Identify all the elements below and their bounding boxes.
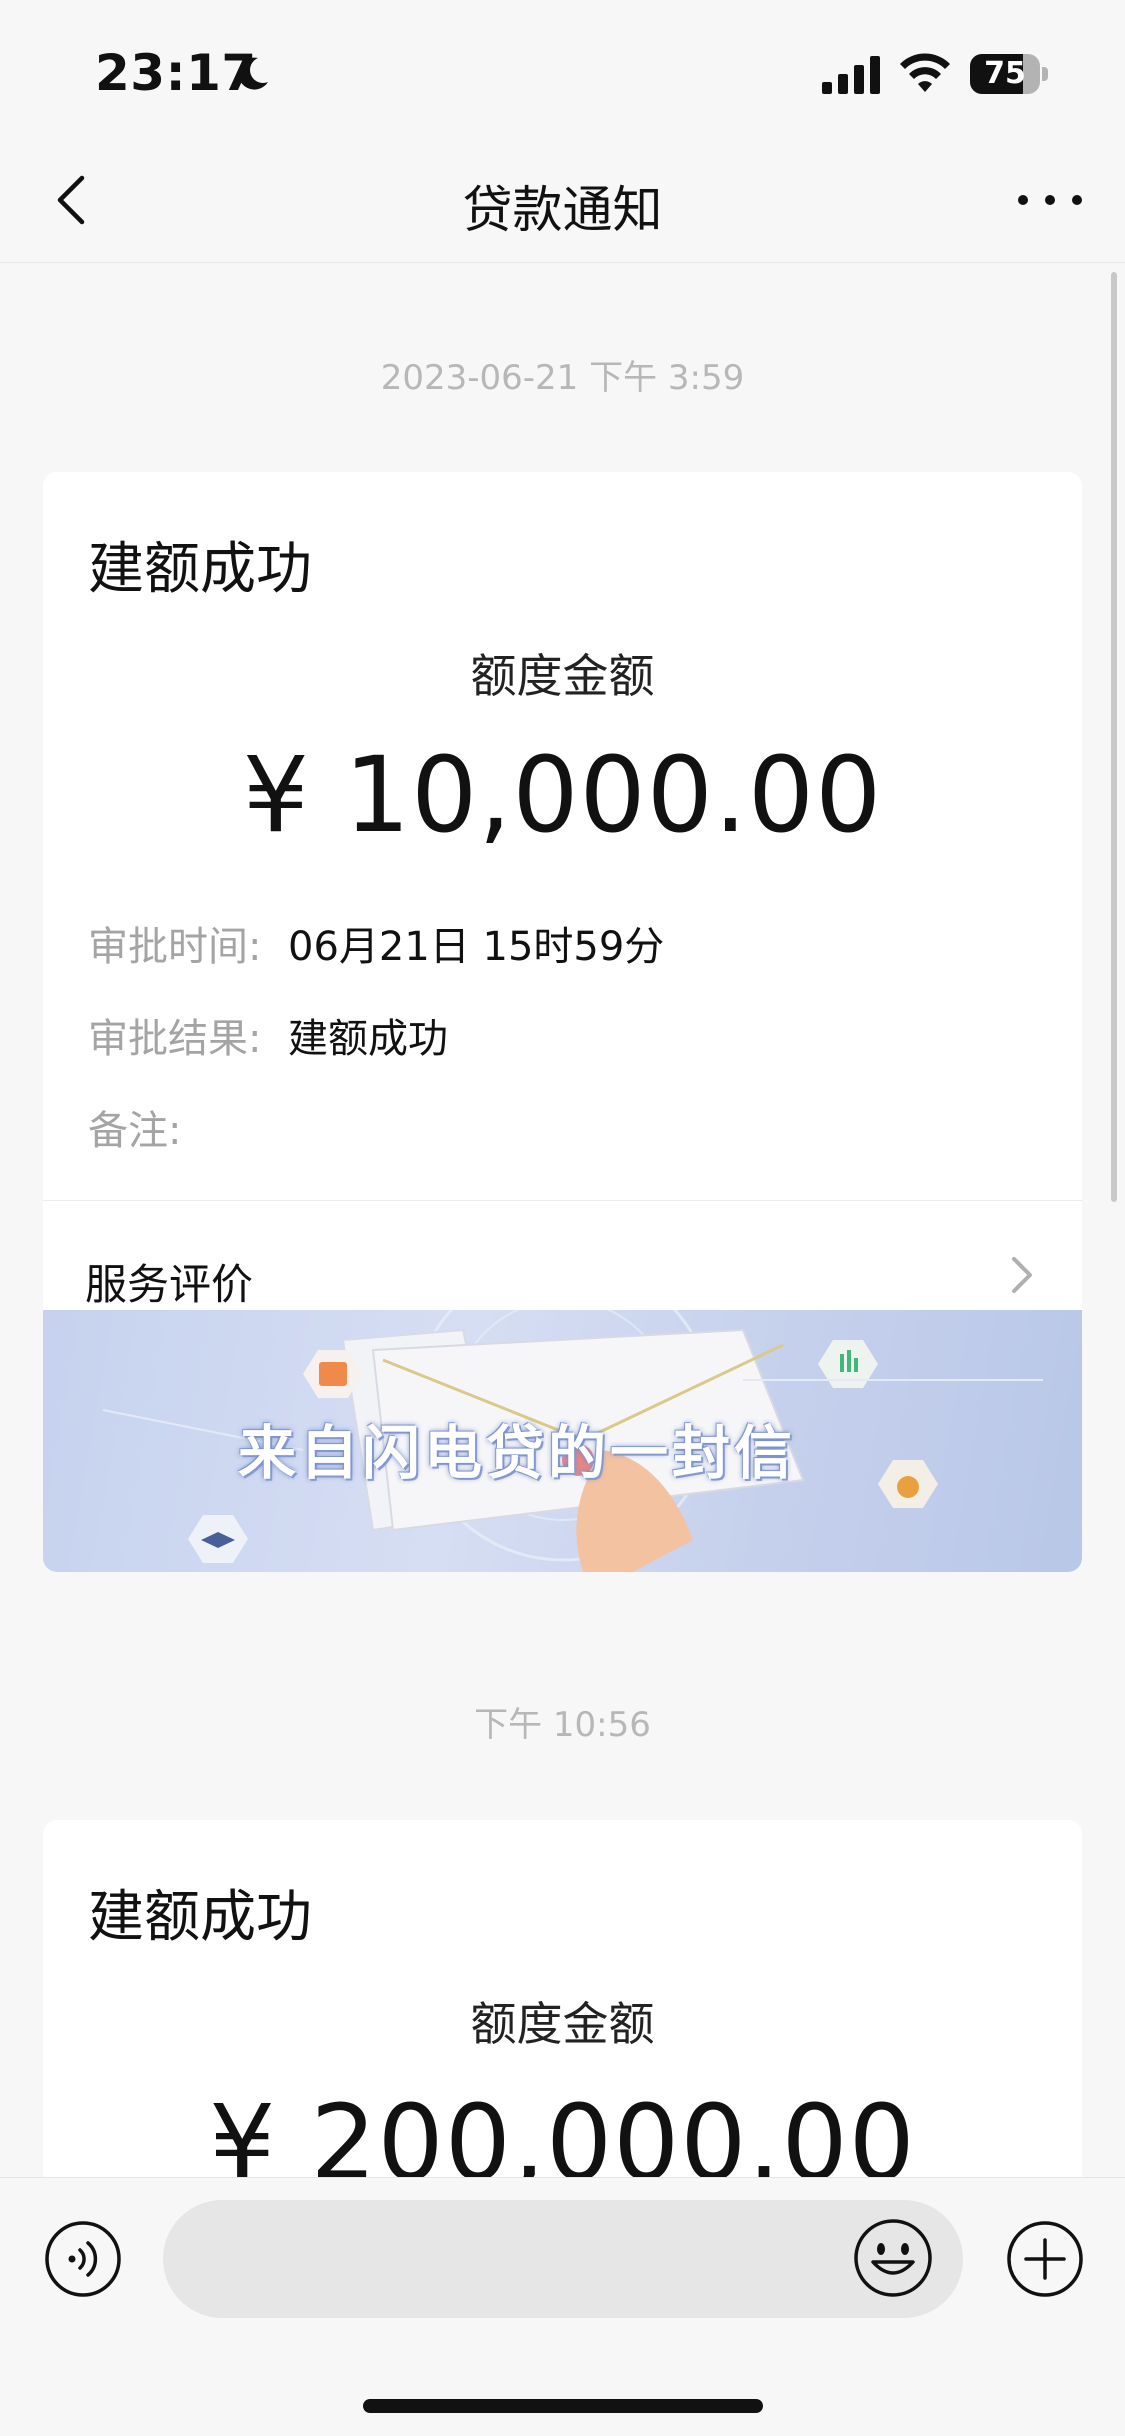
- emoji-icon[interactable]: [853, 2218, 933, 2298]
- message-input[interactable]: [163, 2200, 963, 2318]
- battery-icon: 75: [970, 54, 1048, 94]
- detail-row-approval-time: 审批时间: 06月21日 15时59分: [88, 914, 664, 972]
- more-button[interactable]: [1015, 170, 1085, 230]
- service-rating-label: 服务评价: [85, 1260, 254, 1309]
- amount-value: ¥ 200,000.00: [209, 2082, 916, 2177]
- detail-key: 审批结果:: [88, 1016, 262, 1062]
- battery-level: 75: [984, 56, 1026, 91]
- wifi-icon: [900, 53, 950, 92]
- input-bar: [0, 2177, 1125, 2436]
- signal-icon: [822, 56, 880, 94]
- add-icon[interactable]: [1006, 2220, 1084, 2298]
- nav-bar: 贷款通知: [0, 140, 1125, 263]
- chevron-right-icon: [1012, 1257, 1032, 1293]
- notification-card: 建额成功 额度金额 ¥ 200,000.00: [43, 1820, 1082, 2177]
- home-indicator[interactable]: [363, 2399, 763, 2413]
- detail-row-remark: 备注:: [88, 1098, 288, 1156]
- amount-value: ¥ 10,000.00: [242, 734, 883, 856]
- amount-label: 额度金额: [470, 649, 655, 703]
- scrollbar[interactable]: [1111, 272, 1117, 1202]
- card-title: 建额成功: [88, 1885, 312, 1950]
- detail-key: 审批时间:: [88, 924, 262, 970]
- page-title: 贷款通知: [462, 181, 663, 239]
- message-timestamp: 下午 10:56: [474, 1705, 651, 1745]
- amount-label: 额度金额: [470, 1997, 655, 2051]
- detail-row-approval-result: 审批结果: 建额成功: [88, 1006, 448, 1064]
- banner-text: 来自闪电贷的一封信: [238, 1419, 797, 1487]
- detail-value: 建额成功: [288, 1016, 448, 1062]
- promo-banner[interactable]: 来自闪电贷的一封信: [43, 1310, 1082, 1572]
- moon-icon: [238, 57, 268, 90]
- detail-key: 备注:: [88, 1108, 182, 1154]
- status-bar: 23:17 75: [0, 0, 1125, 140]
- detail-value: 06月21日 15时59分: [288, 924, 665, 970]
- card-title: 建额成功: [88, 537, 312, 602]
- message-list[interactable]: 2023-06-21 下午 3:59 建额成功 额度金额 ¥ 10,000.00…: [0, 262, 1125, 2177]
- message-timestamp: 2023-06-21 下午 3:59: [380, 358, 745, 398]
- notification-card: 建额成功 额度金额 ¥ 10,000.00 审批时间: 06月21日 15时59分…: [43, 472, 1082, 1572]
- voice-icon[interactable]: [44, 2220, 122, 2298]
